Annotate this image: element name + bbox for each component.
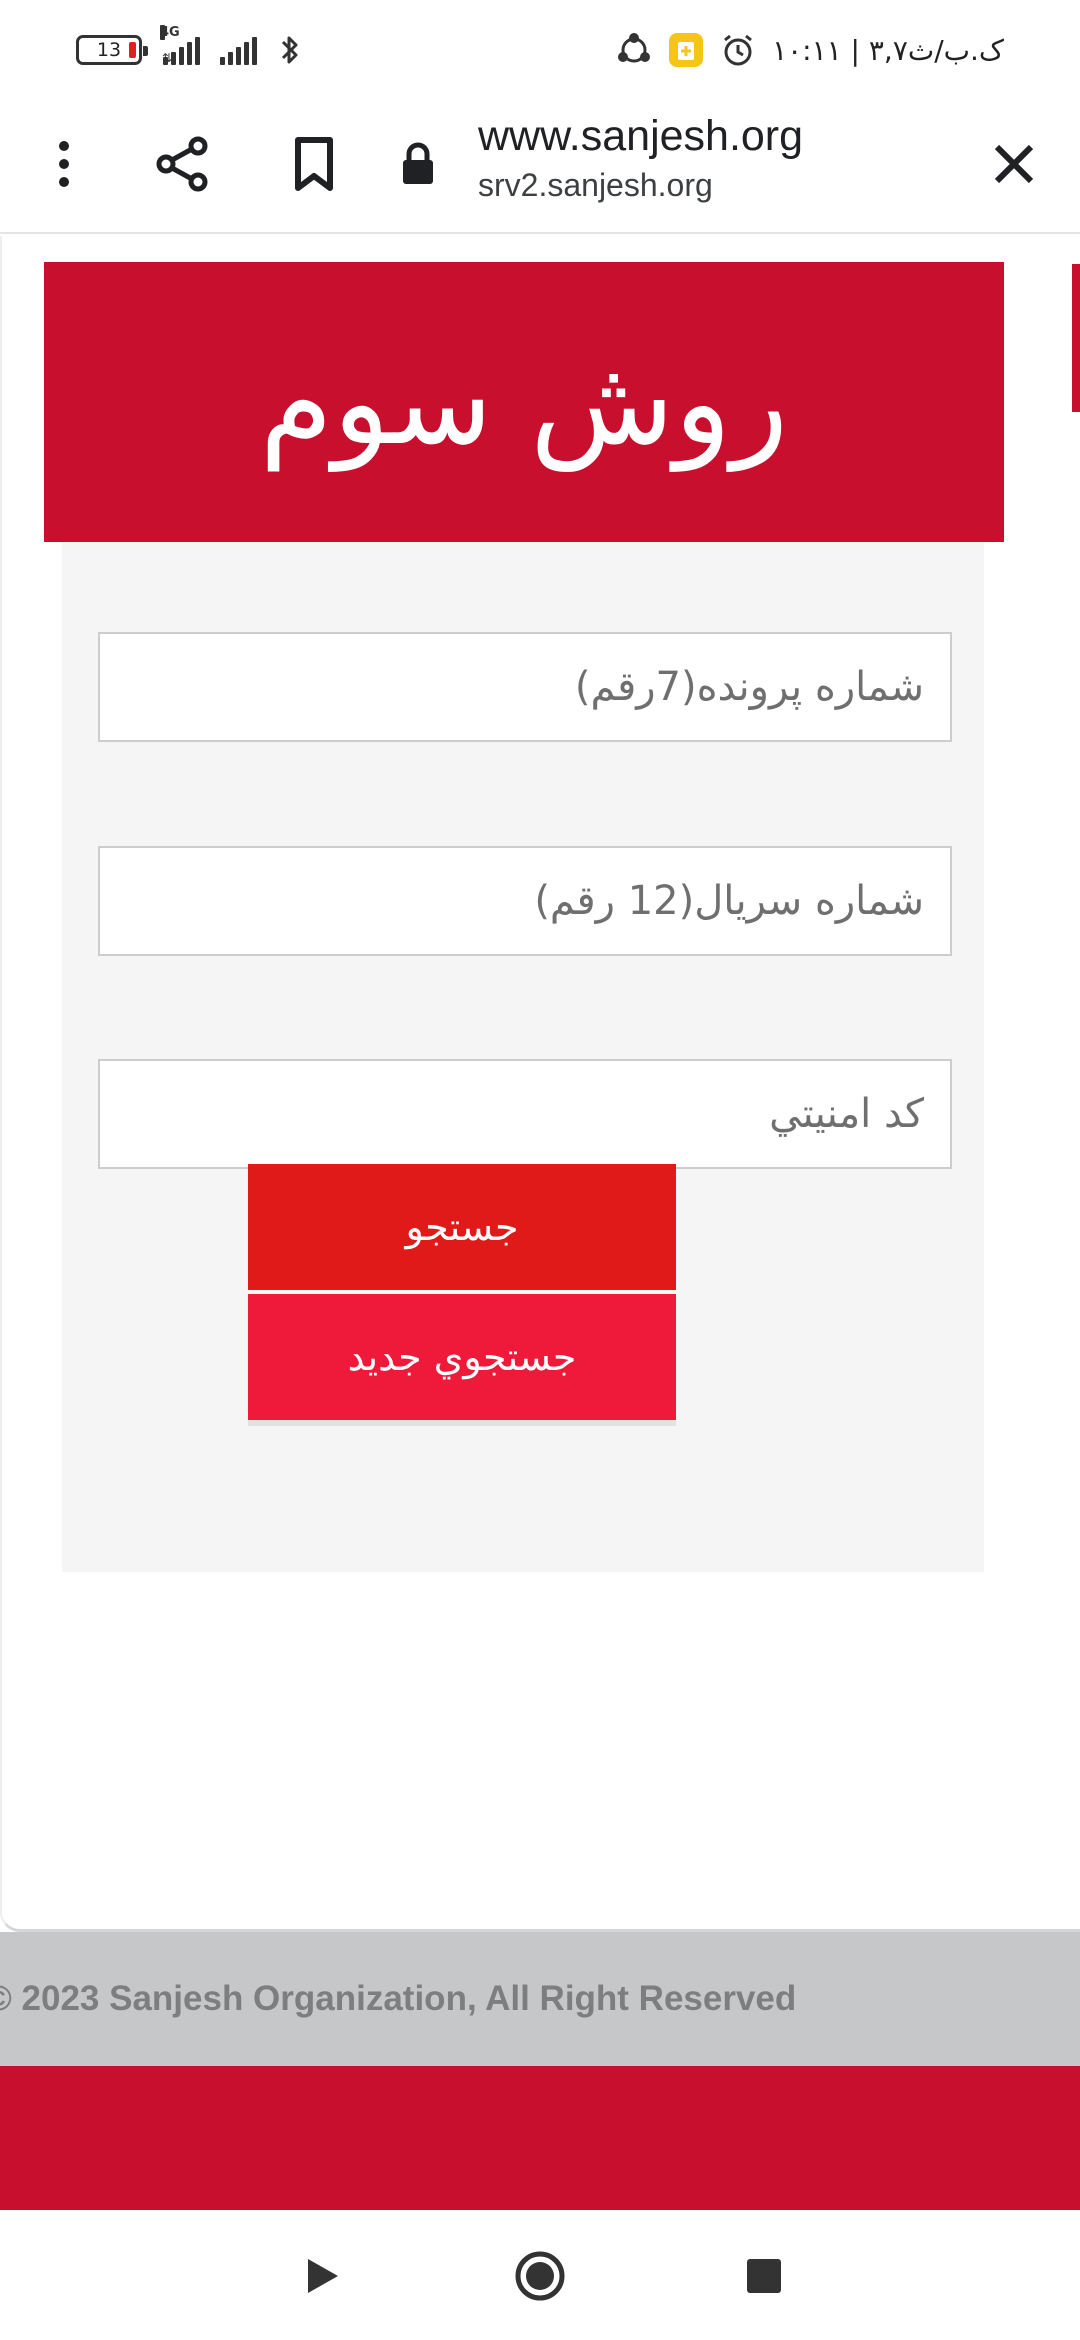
system-nav-bar [0, 2210, 1080, 2340]
close-icon[interactable] [972, 122, 1056, 206]
alarm-icon [720, 32, 756, 68]
footer-red-band [0, 2066, 1080, 2210]
menu-dots-icon[interactable] [22, 122, 106, 206]
lock-icon [376, 122, 460, 206]
battery-icon: 13 [76, 35, 148, 65]
file-number-input[interactable] [98, 632, 952, 742]
side-accent [1072, 264, 1080, 412]
browser-toolbar: www.sanjesh.org srv2.sanjesh.org [0, 100, 1080, 234]
title-banner: روش سوم [44, 262, 1004, 542]
url-subdomain: srv2.sanjesh.org [478, 167, 713, 203]
status-right-group: ۱۰:۱۱ | ۳,۷ک.ب/ث [616, 26, 1004, 74]
button-shadow [248, 1420, 676, 1426]
new-search-button[interactable]: جستجوي جديد [248, 1294, 676, 1420]
signal-icon [220, 35, 258, 65]
copyright-text: © 2023 Sanjesh Organization, All Right R… [0, 1979, 797, 2018]
status-bar: 13 4G ⇅ [0, 0, 1080, 100]
url-domain: www.sanjesh.org [478, 112, 804, 160]
share-icon[interactable] [140, 122, 224, 206]
network-type-label: 4G [160, 25, 180, 40]
address-bar[interactable]: www.sanjesh.org srv2.sanjesh.org [478, 108, 948, 206]
signal-4g-icon: 4G ⇅ [160, 25, 201, 65]
home-icon[interactable] [504, 2240, 576, 2312]
screen: 13 4G ⇅ [0, 0, 1080, 2340]
security-code-input[interactable] [98, 1059, 952, 1169]
footer: © 2023 Sanjesh Organization, All Right R… [0, 1932, 1080, 2066]
serial-number-input[interactable] [98, 846, 952, 956]
page-title: روش سوم [259, 333, 789, 471]
recents-icon[interactable] [728, 2240, 800, 2312]
status-left-group: 13 4G ⇅ [76, 25, 303, 72]
bookmark-icon[interactable] [272, 122, 356, 206]
share-app-icon [616, 32, 652, 68]
bluetooth-icon [277, 33, 303, 67]
back-icon[interactable] [286, 2240, 358, 2312]
status-time: ۱۰:۱۱ | ۳,۷ک.ب/ث [772, 33, 1004, 67]
yellow-app-icon [668, 32, 704, 68]
web-content: روش سوم جستجو جستجوي جديد [0, 236, 1080, 1936]
search-button[interactable]: جستجو [248, 1164, 676, 1290]
battery-level: 13 [96, 39, 122, 61]
